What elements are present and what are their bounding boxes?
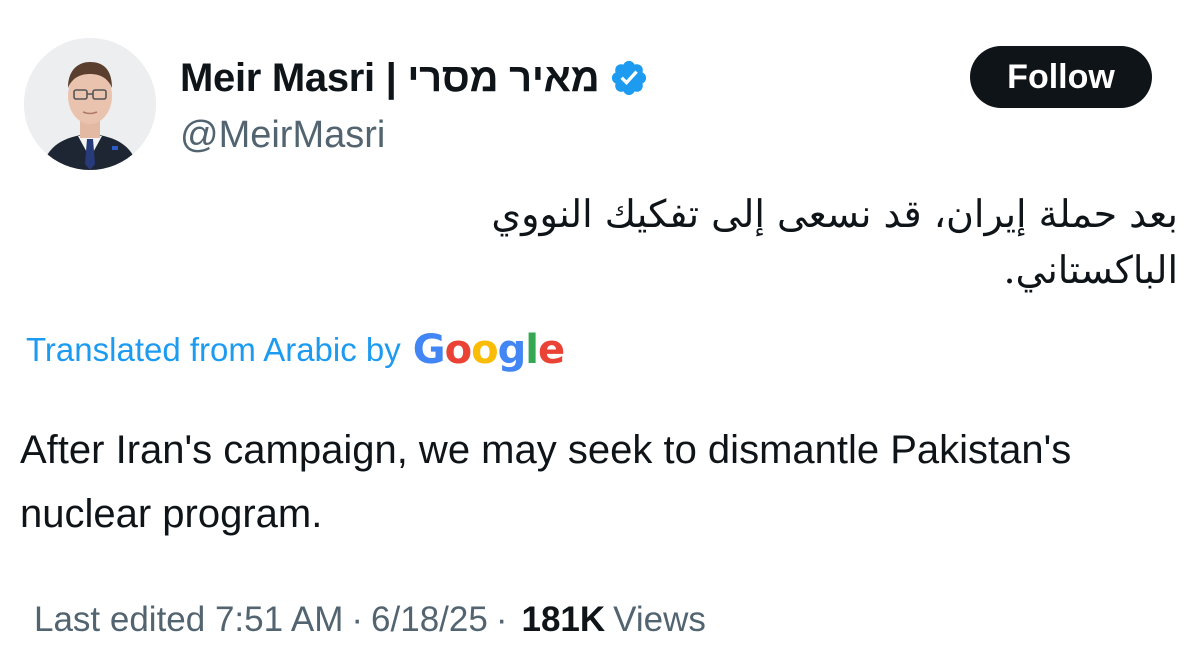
tweet-card: Meir Masri | מאיר מסרי @MeirMasri Follow…: [0, 0, 1200, 648]
views-count: 181K: [521, 600, 606, 639]
author-handle[interactable]: @MeirMasri: [180, 114, 649, 157]
meta-separator: ·: [495, 600, 508, 639]
tweet-translated-text: After Iran's campaign, we may seek to di…: [20, 428, 1072, 536]
verified-badge-icon[interactable]: [609, 58, 649, 98]
tweet-date[interactable]: 6/18/25: [371, 600, 488, 640]
google-logo-letter: g: [497, 327, 527, 373]
translation-attribution[interactable]: Translated from Arabic by Google: [26, 322, 565, 378]
tweet-meta: Last edited 7:51 AM · 6/18/25 · 181K Vie…: [34, 600, 706, 640]
google-logo-letter: G: [412, 327, 446, 373]
author-display-name[interactable]: Meir Masri | מאיר מסרי: [180, 56, 600, 101]
meta-separator: ·: [351, 600, 364, 639]
avatar[interactable]: [24, 38, 156, 170]
follow-button[interactable]: Follow: [970, 46, 1152, 108]
google-logo-letter: o: [444, 327, 473, 373]
author-block: Meir Masri | מאיר מסרי @MeirMasri: [180, 52, 649, 157]
name-row: Meir Masri | מאיר מסרי: [180, 52, 649, 104]
last-edited-link[interactable]: Last edited 7:51 AM: [34, 600, 343, 640]
views-label: Views: [613, 600, 706, 639]
translated-from-label: Translated from Arabic by: [26, 331, 401, 368]
tweet-original-text: بعد حملة إيران، قد نسعى إلى تفكيك النووي…: [491, 192, 1178, 292]
google-logo-icon: Google: [412, 327, 565, 373]
google-logo-letter: o: [471, 327, 499, 373]
google-logo-letter: e: [537, 327, 565, 373]
google-logo-letter: l: [525, 327, 539, 373]
avatar-photo-icon: [24, 38, 156, 170]
